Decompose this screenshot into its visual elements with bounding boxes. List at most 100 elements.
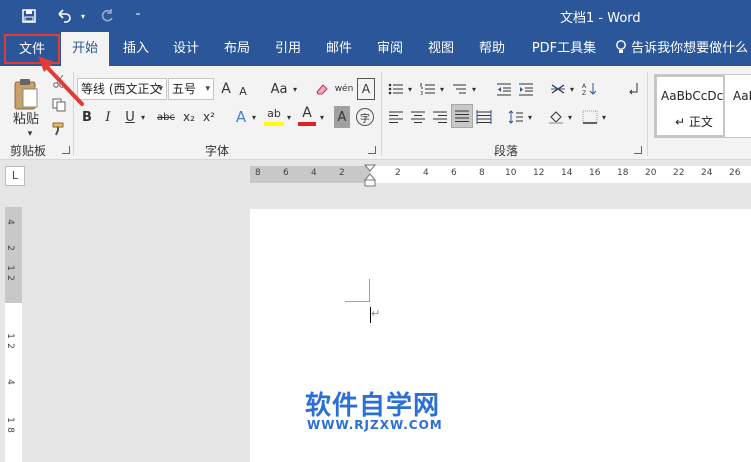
- change-case-button[interactable]: Aa: [268, 78, 290, 100]
- chevron-down-icon[interactable]: ▾: [600, 106, 608, 128]
- line-spacing-icon[interactable]: [506, 106, 526, 128]
- style-no-spacing[interactable]: AaBb: [727, 75, 751, 137]
- font-size-value: 五号: [172, 82, 197, 96]
- font-launcher-icon[interactable]: [368, 146, 376, 154]
- paragraph-group-label: 段落: [494, 144, 519, 158]
- align-right-icon[interactable]: [430, 106, 450, 128]
- ruler-tick: 24: [701, 168, 713, 178]
- customize-qat-icon[interactable]: ⁼: [128, 0, 148, 32]
- underline-button[interactable]: U: [122, 106, 138, 128]
- font-name-select[interactable]: 等线 (西文正文 ▾: [77, 78, 167, 100]
- multilevel-list-icon[interactable]: [450, 78, 470, 100]
- chinese-layout-icon[interactable]: [548, 78, 568, 100]
- tab-pdf-tools[interactable]: PDF工具集: [526, 32, 602, 66]
- chevron-down-icon[interactable]: ▾: [290, 78, 300, 100]
- align-center-icon[interactable]: [408, 106, 428, 128]
- style-normal[interactable]: AaBbCcDc ↵ 正文: [655, 75, 725, 137]
- chevron-down-icon[interactable]: ▾: [139, 106, 147, 128]
- title-bar: ▾ ⁼ 文档1 - Word: [0, 0, 751, 32]
- style-sample-text: AaBb: [733, 89, 751, 103]
- align-left-icon[interactable]: [386, 106, 406, 128]
- text-effects-button[interactable]: A: [232, 106, 250, 128]
- indent-marker-icon[interactable]: [364, 164, 376, 188]
- tell-me-box[interactable]: 告诉我你想要做什么: [615, 32, 748, 66]
- undo-icon[interactable]: [50, 0, 78, 32]
- borders-icon[interactable]: [580, 106, 600, 128]
- tab-help[interactable]: 帮助: [469, 32, 515, 66]
- chevron-down-icon[interactable]: ▾: [566, 106, 574, 128]
- tab-selector-button[interactable]: L: [5, 166, 25, 186]
- tab-layout[interactable]: 布局: [214, 32, 260, 66]
- numbering-icon[interactable]: 3: [418, 78, 438, 100]
- paragraph-launcher-icon[interactable]: [634, 146, 642, 154]
- italic-button[interactable]: I: [100, 106, 116, 128]
- ruler-tick: 4: [311, 168, 317, 178]
- decrease-indent-icon[interactable]: [494, 78, 514, 100]
- distributed-icon[interactable]: [474, 106, 494, 128]
- group-separator: [647, 72, 648, 156]
- chevron-down-icon[interactable]: ▾: [438, 78, 446, 100]
- ruler-tick: 1: [4, 265, 15, 271]
- ruler-tick: 18: [617, 168, 629, 178]
- quick-access-toolbar: ▾ ⁼: [0, 0, 148, 32]
- crop-mark: [345, 301, 369, 302]
- grow-font-button[interactable]: A: [218, 78, 234, 100]
- ruler-tick: 1: [4, 417, 15, 423]
- tab-view[interactable]: 视图: [418, 32, 464, 66]
- tab-references[interactable]: 引用: [265, 32, 311, 66]
- ruler-tick: 20: [645, 168, 657, 178]
- ruler-tick: 12: [533, 168, 545, 178]
- svg-text:A: A: [582, 83, 587, 90]
- clear-formatting-icon[interactable]: [312, 78, 332, 100]
- chevron-down-icon[interactable]: ▾: [318, 106, 326, 128]
- format-painter-icon[interactable]: [48, 118, 70, 140]
- highlight-color-button[interactable]: ab: [264, 104, 284, 126]
- chevron-down-icon[interactable]: ▾: [406, 78, 414, 100]
- chevron-down-icon[interactable]: ▾: [470, 78, 478, 100]
- chevron-down-icon[interactable]: ▾: [285, 106, 293, 128]
- increase-indent-icon[interactable]: [516, 78, 536, 100]
- bullets-icon[interactable]: [386, 78, 406, 100]
- watermark-url: WWW.RJZXW.COM: [307, 418, 443, 432]
- ruler-tick: 6: [451, 168, 457, 178]
- vertical-ruler[interactable]: 4 2 1 2 1 2 4 1 8: [5, 207, 22, 462]
- enclose-characters-button[interactable]: 字: [356, 108, 374, 126]
- ruler-tick: 2: [4, 245, 15, 251]
- clipboard-group-label: 剪贴板: [10, 144, 47, 158]
- redo-icon[interactable]: [94, 0, 120, 32]
- phonetic-guide-button[interactable]: wén: [334, 78, 354, 100]
- shading-icon[interactable]: [546, 106, 566, 128]
- font-size-select[interactable]: 五号 ▾: [168, 78, 214, 100]
- save-icon[interactable]: [14, 0, 44, 32]
- character-shading-button[interactable]: A: [334, 106, 350, 128]
- clipboard-launcher-icon[interactable]: [62, 146, 70, 154]
- chevron-down-icon[interactable]: ▾: [250, 106, 258, 128]
- sort-icon[interactable]: AZ: [580, 78, 600, 100]
- justify-icon[interactable]: [451, 104, 473, 128]
- horizontal-ruler-area: L 8 6 4 2 2 4 6 8 10 12 14 16 18 20 22 2…: [0, 161, 751, 187]
- subscript-button[interactable]: x₂: [180, 106, 198, 128]
- strikethrough-button[interactable]: abc: [155, 106, 177, 128]
- watermark-title: 软件自学网: [305, 391, 441, 421]
- character-border-button[interactable]: A: [357, 78, 375, 100]
- document-page[interactable]: ↵ 软件自学网 WWW.RJZXW.COM: [250, 209, 751, 462]
- tab-design[interactable]: 设计: [163, 32, 209, 66]
- chevron-down-icon[interactable]: ▾: [568, 78, 576, 100]
- show-formatting-marks-icon[interactable]: [623, 78, 643, 100]
- ruler-tick: 10: [505, 168, 517, 178]
- ruler-left-margin: [250, 166, 370, 183]
- tab-review[interactable]: 审阅: [367, 32, 413, 66]
- tab-insert[interactable]: 插入: [113, 32, 159, 66]
- chevron-down-icon[interactable]: ▾: [526, 106, 534, 128]
- svg-text:Z: Z: [582, 90, 586, 96]
- ruler-tick: 16: [589, 168, 601, 178]
- undo-dropdown-icon[interactable]: ▾: [78, 0, 88, 32]
- horizontal-ruler[interactable]: 8 6 4 2 2 4 6 8 10 12 14 16 18 20 22 24 …: [250, 164, 751, 187]
- style-sample-text: AaBbCcDc: [661, 89, 724, 103]
- tab-mailings[interactable]: 邮件: [316, 32, 362, 66]
- lightbulb-icon: [616, 40, 626, 53]
- styles-gallery: AaBbCcDc ↵ 正文 AaBb: [654, 74, 751, 138]
- font-color-button[interactable]: A: [298, 104, 316, 126]
- superscript-button[interactable]: x²: [200, 106, 218, 128]
- shrink-font-button[interactable]: A: [236, 80, 250, 102]
